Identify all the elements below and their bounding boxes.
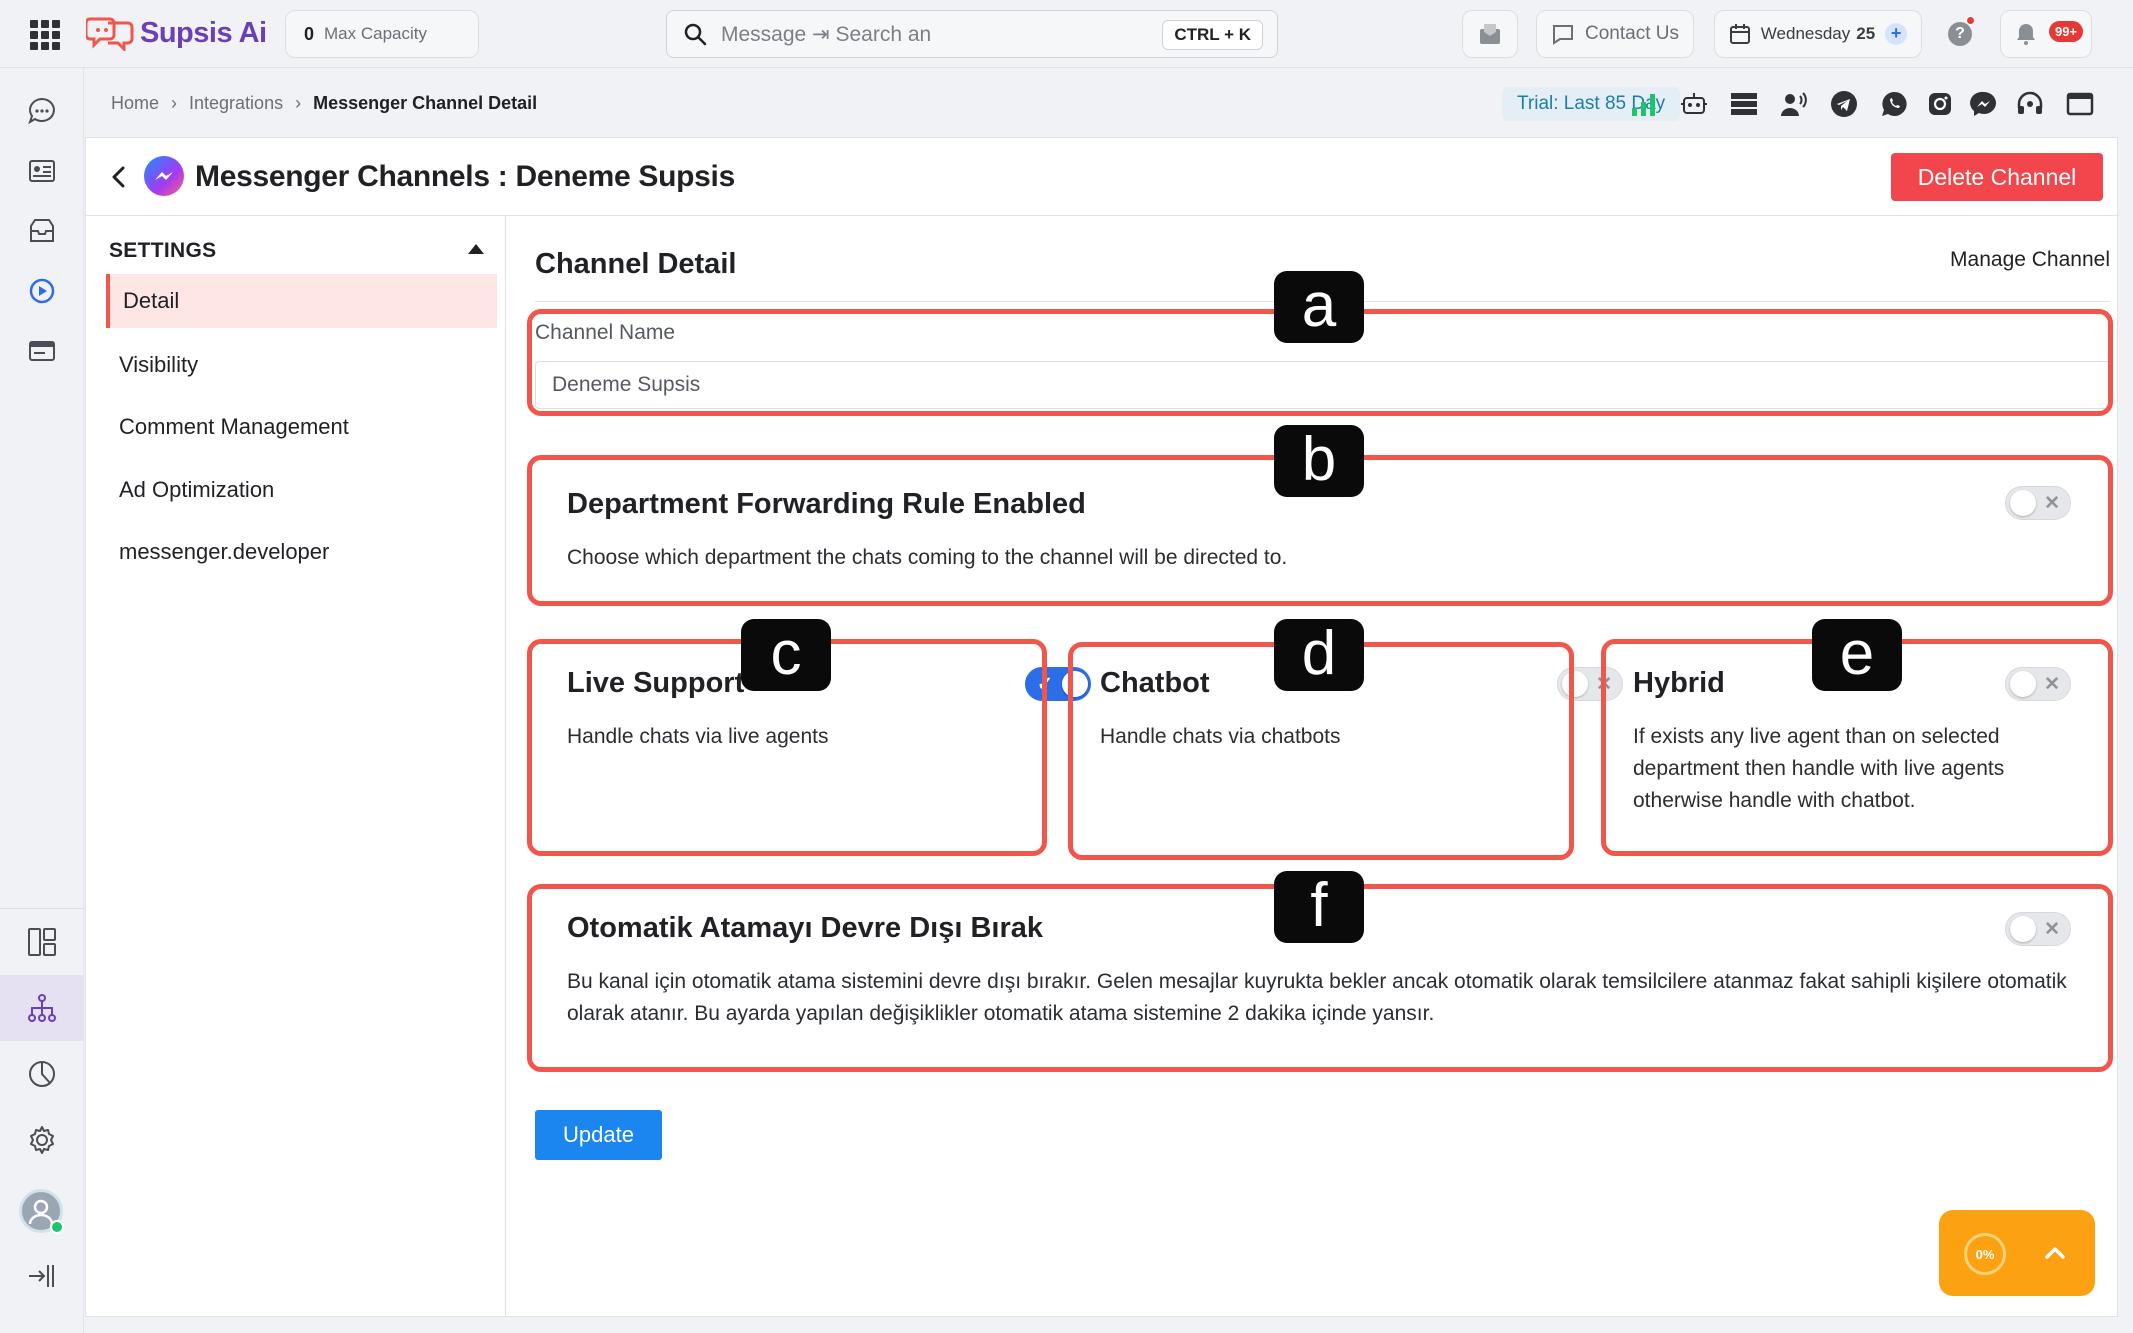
manage-channel-link[interactable]: Manage Channel bbox=[1950, 248, 2110, 272]
update-button[interactable]: Update bbox=[535, 1110, 662, 1160]
dashboard-nav[interactable] bbox=[22, 922, 62, 962]
pie-chart-icon bbox=[29, 1061, 55, 1087]
search-shortcut: CTRL + K bbox=[1162, 20, 1263, 50]
breadcrumb-separator: › bbox=[295, 93, 302, 113]
window-icon[interactable] bbox=[2065, 89, 2095, 119]
supsis-logo-icon bbox=[86, 17, 134, 51]
reports-nav[interactable] bbox=[22, 1054, 62, 1094]
breadcrumb-integrations[interactable]: Integrations bbox=[189, 93, 283, 114]
online-status-dot bbox=[50, 1220, 64, 1234]
robot-icon[interactable] bbox=[1679, 89, 1709, 119]
contact-us-button[interactable]: Contact Us bbox=[1536, 10, 1694, 58]
onboarding-progress-widget[interactable]: 0% bbox=[1939, 1210, 2095, 1296]
breadcrumb-home[interactable]: Home bbox=[111, 93, 159, 114]
dashboard-panels-icon bbox=[28, 928, 56, 956]
contacts-nav[interactable] bbox=[22, 151, 62, 191]
bell-icon bbox=[2017, 24, 2035, 45]
annotation-label-a: a bbox=[1274, 271, 1364, 343]
play-nav[interactable] bbox=[22, 271, 62, 311]
server-icon[interactable] bbox=[1729, 89, 1759, 119]
brand-name: Supsis Ai bbox=[140, 16, 267, 49]
telegram-icon[interactable] bbox=[1829, 89, 1859, 119]
breadcrumb-current: Messenger Channel Detail bbox=[313, 93, 538, 113]
contact-card-icon bbox=[29, 160, 55, 182]
date-button[interactable]: Wednesday 25 + bbox=[1714, 10, 1922, 58]
section-title: Channel Detail bbox=[535, 248, 737, 280]
caret-up-icon[interactable] bbox=[468, 244, 484, 254]
whatsapp-icon[interactable] bbox=[1879, 89, 1909, 119]
annotation-label-f: f bbox=[1274, 871, 1364, 943]
gear-icon bbox=[30, 1126, 54, 1154]
breadcrumb: Home › Integrations › Messenger Channel … bbox=[111, 93, 537, 114]
calendar-icon bbox=[1729, 24, 1750, 44]
settings-item-visibility[interactable]: Visibility bbox=[106, 338, 497, 392]
inbox-icon bbox=[1480, 24, 1500, 44]
signal-bars-icon[interactable] bbox=[1629, 89, 1659, 119]
date-number: 25 bbox=[1856, 24, 1876, 43]
messenger-icon[interactable] bbox=[1969, 89, 1999, 119]
progress-ring: 0% bbox=[1964, 1233, 2006, 1275]
global-search[interactable]: Message ⇥ Search an CTRL + K bbox=[666, 10, 1278, 58]
settings-nav[interactable] bbox=[22, 1120, 62, 1160]
page-title: Messenger Channels : Deneme Supsis bbox=[195, 160, 735, 193]
breadcrumb-bar: Home › Integrations › Messenger Channel … bbox=[85, 69, 2133, 137]
layout-window-icon bbox=[29, 341, 55, 361]
expand-sidebar-icon bbox=[29, 1265, 54, 1287]
broadcast-user-icon[interactable] bbox=[1779, 89, 1809, 119]
capacity-value: 0 bbox=[304, 23, 315, 44]
rail-divider bbox=[0, 908, 84, 909]
search-icon bbox=[684, 23, 707, 46]
settings-title: SETTINGS bbox=[109, 239, 217, 262]
inbox-button[interactable] bbox=[1462, 10, 1518, 58]
collapse-nav[interactable] bbox=[22, 1256, 62, 1296]
headset-icon[interactable] bbox=[2015, 89, 2045, 119]
annotation-label-b: b bbox=[1274, 425, 1364, 497]
annotation-label-d: d bbox=[1274, 619, 1364, 691]
breadcrumb-separator: › bbox=[171, 93, 178, 113]
conversations-nav[interactable] bbox=[22, 91, 62, 131]
settings-item-messenger-developer[interactable]: messenger.developer bbox=[106, 525, 497, 579]
archive-box-icon bbox=[30, 219, 54, 242]
add-event-icon[interactable]: + bbox=[1885, 23, 1908, 45]
archive-nav[interactable] bbox=[22, 211, 62, 251]
brand-logo[interactable]: Supsis Ai bbox=[86, 13, 267, 53]
chevron-up-icon[interactable] bbox=[2042, 1240, 2068, 1266]
max-capacity-indicator[interactable]: 0 Max Capacity bbox=[285, 10, 479, 58]
notification-count-badge: 99+ bbox=[2049, 21, 2084, 42]
settings-sidebar: SETTINGS Detail Visibility Comment Manag… bbox=[86, 216, 506, 1317]
annotation-label-c: c bbox=[741, 619, 831, 691]
search-placeholder: Message ⇥ Search an bbox=[721, 22, 932, 46]
left-nav-rail bbox=[0, 68, 84, 1333]
contact-us-label: Contact Us bbox=[1585, 23, 1679, 44]
page-header: Messenger Channels : Deneme Supsis Delet… bbox=[86, 138, 2119, 216]
annotation-label-e: e bbox=[1812, 619, 1902, 691]
capacity-label: Max Capacity bbox=[324, 24, 427, 43]
messenger-logo-icon bbox=[144, 156, 184, 196]
back-arrow-icon[interactable] bbox=[108, 164, 130, 190]
templates-nav[interactable] bbox=[22, 331, 62, 371]
help-icon: ? bbox=[1948, 22, 1972, 46]
chat-icon bbox=[1553, 25, 1573, 45]
settings-item-comment-management[interactable]: Comment Management bbox=[106, 400, 497, 454]
help-alert-dot bbox=[1966, 16, 1975, 25]
top-bar: Supsis Ai 0 Max Capacity Message ⇥ Searc… bbox=[0, 0, 2133, 68]
chat-bubble-icon bbox=[28, 97, 55, 125]
settings-item-ad-optimization[interactable]: Ad Optimization bbox=[106, 463, 497, 517]
delete-channel-button[interactable]: Delete Channel bbox=[1891, 153, 2103, 201]
hierarchy-icon bbox=[28, 994, 56, 1022]
apps-grid-icon[interactable] bbox=[30, 20, 60, 50]
date-day: Wednesday bbox=[1760, 24, 1851, 43]
settings-item-detail[interactable]: Detail bbox=[106, 274, 497, 328]
instagram-icon[interactable] bbox=[1925, 89, 1955, 119]
play-circle-icon bbox=[29, 278, 55, 304]
integrations-nav[interactable] bbox=[22, 988, 62, 1028]
